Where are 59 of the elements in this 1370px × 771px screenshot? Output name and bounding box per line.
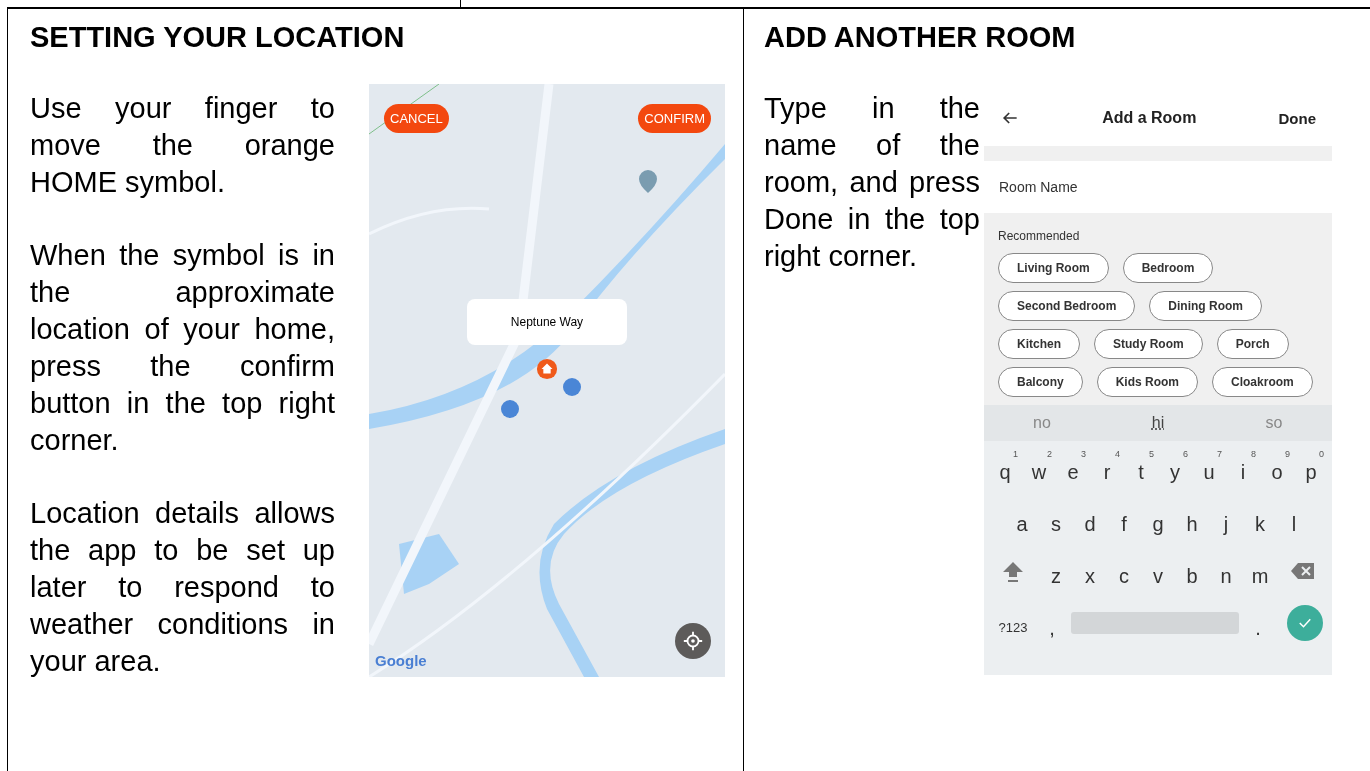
enter-button[interactable] <box>1287 605 1323 641</box>
room-name-field[interactable]: Room Name <box>984 161 1332 213</box>
keyboard-key[interactable]: 0 p <box>1296 448 1326 486</box>
keyboard-key[interactable]: n <box>1211 552 1241 590</box>
keyboard-key[interactable]: 1 q <box>990 448 1020 486</box>
keyboard-key[interactable]: 8 i <box>1228 448 1258 486</box>
keyboard-key[interactable]: j <box>1211 500 1241 538</box>
keyboard-key[interactable]: v <box>1143 552 1173 590</box>
symbols-key[interactable]: ?123 <box>993 604 1033 642</box>
keyboard-key[interactable]: c <box>1109 552 1139 590</box>
suggestion[interactable]: hi <box>1100 405 1216 441</box>
keyboard-key[interactable]: d <box>1075 500 1105 538</box>
keyboard-key[interactable]: 6 y <box>1160 448 1190 486</box>
done-button[interactable]: Done <box>1278 109 1316 127</box>
keyboard-key[interactable]: l <box>1279 500 1309 538</box>
keyboard-key[interactable]: s <box>1041 500 1071 538</box>
instruction-paragraph: Type in the name of the room, and press Done in the top right corner. <box>764 91 980 274</box>
room-chip[interactable]: Kids Room <box>1096 367 1199 397</box>
room-chip[interactable]: Living Room <box>998 253 1109 283</box>
keyboard-key[interactable]: 7 u <box>1194 448 1224 486</box>
keyboard-key[interactable]: a <box>1007 500 1037 538</box>
section-heading: SETTING YOUR LOCATION <box>30 21 406 54</box>
keyboard-key[interactable]: z <box>1041 552 1071 590</box>
keyboard-key[interactable]: 4 r <box>1092 448 1122 486</box>
keyboard-key[interactable]: g <box>1143 500 1173 538</box>
map-attribution: Google <box>375 652 427 669</box>
keyboard-key[interactable]: m <box>1245 552 1275 590</box>
keyboard-key[interactable]: k <box>1245 500 1275 538</box>
section-heading: ADD ANOTHER ROOM <box>764 21 1077 54</box>
cancel-button[interactable]: CANCEL <box>384 104 449 133</box>
location-popup: Neptune Way <box>467 299 627 345</box>
room-chip[interactable]: Kitchen <box>998 329 1080 359</box>
room-chip[interactable]: Study Room <box>1094 329 1203 359</box>
crosshair-icon <box>682 630 704 652</box>
room-chip[interactable]: Second Bedroom <box>998 291 1136 321</box>
section-label: Recommended <box>998 229 1081 243</box>
room-chip[interactable]: Balcony <box>998 367 1083 397</box>
confirm-button[interactable]: CONFIRM <box>638 104 711 133</box>
keyboard-key[interactable]: f <box>1109 500 1139 538</box>
period-key[interactable]: . <box>1243 604 1273 642</box>
room-chip[interactable]: Dining Room <box>1149 291 1262 321</box>
keyboard-key[interactable]: 2 w <box>1024 448 1054 486</box>
backspace-icon[interactable] <box>1291 562 1315 580</box>
keyboard-key[interactable]: x <box>1075 552 1105 590</box>
keyboard-key[interactable]: b <box>1177 552 1207 590</box>
keyboard-key[interactable]: h <box>1177 500 1207 538</box>
room-chip[interactable]: Porch <box>1216 329 1289 359</box>
comma-key[interactable]: , <box>1037 604 1067 642</box>
shift-icon[interactable] <box>1001 559 1025 583</box>
instruction-paragraph: Location details allows the app to be set up later to respond to weather conditions in your area. <box>30 496 335 679</box>
instruction-paragraph: Use your finger to move the orange HOME symbol. <box>30 91 335 200</box>
room-chip[interactable]: Bedroom <box>1122 253 1214 283</box>
keyboard-key[interactable]: 9 o <box>1262 448 1292 486</box>
keyboard-key[interactable]: 3 e <box>1058 448 1088 486</box>
room-chip[interactable]: Cloakroom <box>1212 367 1313 397</box>
instruction-paragraph: When the symbol is in the approximate location of your home, press the confirm button in the top right corner. <box>30 238 335 458</box>
screen-title: Add a Room <box>1101 109 1198 127</box>
home-pin-icon[interactable] <box>536 358 558 380</box>
keyboard-key[interactable]: 5 t <box>1126 448 1156 486</box>
